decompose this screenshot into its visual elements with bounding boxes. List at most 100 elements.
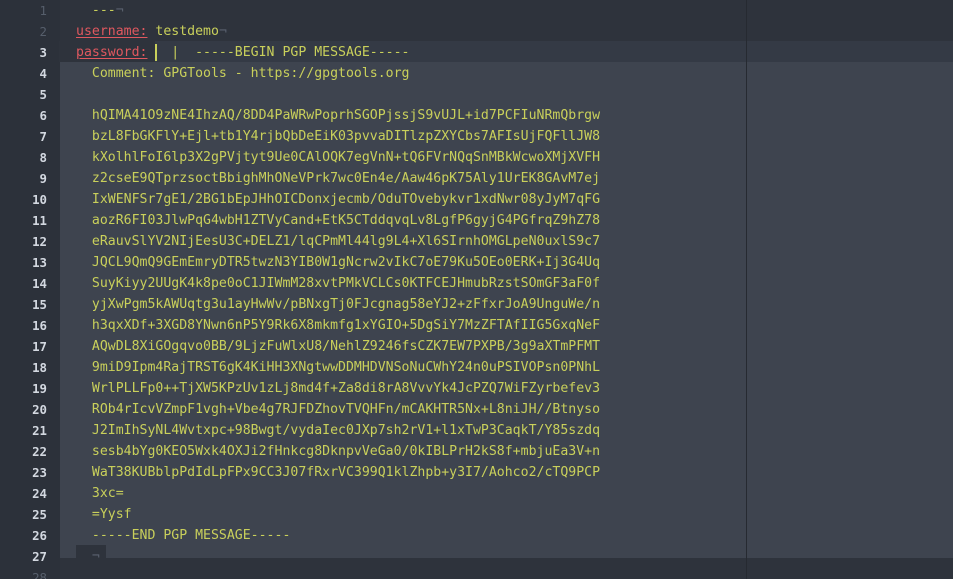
code-line[interactable]: 25 =Yysf bbox=[0, 504, 953, 525]
code-line-content: WaT38KUBblpPdIdLpFPx9CC3J07fRxrVC399Q1kl… bbox=[92, 462, 600, 483]
code-line-content: eRauvSlYV2NIjEesU3C+DELZ1/lqCPmMl44lg9L4… bbox=[92, 231, 600, 252]
token-val: ROb4rIcvVZmpF1vgh+Vbe4g7RJFDZhovTVQHFn/m… bbox=[91, 402, 601, 417]
code-line[interactable]: 27 ¬ bbox=[0, 546, 953, 567]
token-eol: ¬ bbox=[115, 3, 124, 18]
token-punc: --- bbox=[91, 3, 116, 18]
code-line[interactable]: 14 SuyKiyy2UUgK4k8pe0oC1JIWmM28xvtPMkVCLC… bbox=[0, 273, 953, 294]
token-val: yjXwPgm5kAWUqtg3u1ayHwWv/pBNxgTj0FJcgnag… bbox=[91, 297, 601, 312]
token-val: z2cseE9QTprzsoctBbighMhONeVPrk7wc0En4e/A… bbox=[91, 171, 601, 186]
line-number: 4 bbox=[39, 66, 47, 81]
line-number: 1 bbox=[39, 3, 47, 18]
code-line-content: hQIMA41O9zNE4IhzAQ/8DD4PaWRwPoprhSGOPjss… bbox=[92, 105, 600, 126]
code-line[interactable]: 1 ---¬ bbox=[0, 0, 953, 21]
code-line-content: -----END PGP MESSAGE----- bbox=[92, 525, 291, 546]
line-number: 14 bbox=[32, 276, 47, 291]
code-line[interactable]: 12 eRauvSlYV2NIjEesU3C+DELZ1/lqCPmMl44lg9… bbox=[0, 231, 953, 252]
line-number: 5 bbox=[39, 87, 47, 102]
code-line-content: username: testdemo¬ bbox=[76, 21, 227, 42]
code-line-content: ROb4rIcvVZmpF1vgh+Vbe4g7RJFDZhovTVQHFn/m… bbox=[92, 399, 600, 420]
line-number: 9 bbox=[39, 171, 47, 186]
token-val: 9miD9Ipm4RajTRST6gK4KiHH3XNgtwwDDMHDVNSo… bbox=[91, 360, 601, 375]
code-line-content: h3qxXDf+3XGD8YNwn6nP5Y9Rk6X8mkmfg1xYGIO+… bbox=[92, 315, 600, 336]
token-val: bzL8FbGKFlY+Ejl+tb1Y4rjbQbDeEiK03pvvaDIT… bbox=[91, 129, 601, 144]
code-line-content: aozR6FI03JlwPqG4wbH1ZTVyCand+EtK5CTddqvq… bbox=[92, 210, 600, 231]
code-line-content: yjXwPgm5kAWUqtg3u1ayHwWv/pBNxgTj0FJcgnag… bbox=[92, 294, 600, 315]
code-line[interactable]: 5 bbox=[0, 84, 953, 105]
token-val: JQCL9QmQ9GEmEmryDTR5twzN3YIB0W1gNcrw2vIk… bbox=[91, 255, 601, 270]
code-line-content: WrlPLLFp0++TjXW5KPzUv1zLj8md4f+Za8di8rA8… bbox=[92, 378, 600, 399]
line-number: 26 bbox=[32, 528, 47, 543]
token-val: WrlPLLFp0++TjXW5KPzUv1zLj8md4f+Za8di8rA8… bbox=[91, 381, 601, 396]
line-number: 27 bbox=[32, 549, 47, 564]
code-line[interactable]: 22 sesb4bYg0KEO5Wxk4OXJi2fHnkcg8DknpvVeGa… bbox=[0, 441, 953, 462]
code-line[interactable]: 28 bbox=[0, 567, 953, 579]
code-line[interactable]: 7 bzL8FbGKFlY+Ejl+tb1Y4rjbQbDeEiK03pvvaDI… bbox=[0, 126, 953, 147]
code-editor[interactable]: 1 ---¬ 2 username: testdemo¬ 3 password: | --… bbox=[0, 0, 953, 579]
code-line-content: kXolhlFoI6lp3X2gPVjtyt9Ue0CAlOQK7egVnN+t… bbox=[92, 147, 600, 168]
token-val: J2ImIhSyNL4Wvtxpc+98Bwgt/vydaIec0JXp7sh2… bbox=[91, 423, 601, 438]
code-line[interactable]: 23 WaT38KUBblpPdIdLpFPx9CC3J07fRxrVC399Q1… bbox=[0, 462, 953, 483]
token-val: | -----BEGIN PGP MESSAGE----- bbox=[147, 45, 410, 60]
token-val: =Yysf bbox=[91, 507, 132, 522]
line-number: 15 bbox=[32, 297, 47, 312]
code-line[interactable]: 16 h3qxXDf+3XGD8YNwn6nP5Y9Rk6X8mkmfg1xYGI… bbox=[0, 315, 953, 336]
code-line[interactable]: 6 hQIMA41O9zNE4IhzAQ/8DD4PaWRwPoprhSGOPjs… bbox=[0, 105, 953, 126]
token-val: hQIMA41O9zNE4IhzAQ/8DD4PaWRwPoprhSGOPjss… bbox=[91, 108, 601, 123]
token-val: aozR6FI03JlwPqG4wbH1ZTVyCand+EtK5CTddqvq… bbox=[91, 213, 601, 228]
text-caret bbox=[155, 44, 157, 61]
code-line[interactable]: 19 WrlPLLFp0++TjXW5KPzUv1zLj8md4f+Za8di8r… bbox=[0, 378, 953, 399]
token-val: testdemo bbox=[155, 24, 219, 39]
token-eol: ¬ bbox=[218, 24, 227, 39]
code-line[interactable]: 21 J2ImIhSyNL4Wvtxpc+98Bwgt/vydaIec0JXp7s… bbox=[0, 420, 953, 441]
code-line[interactable]: 10 IxWENFSr7gE1/2BG1bEpJHhOICDonxjecmb/Od… bbox=[0, 189, 953, 210]
code-line[interactable]: 24 3xc= bbox=[0, 483, 953, 504]
line-number: 28 bbox=[32, 570, 47, 579]
code-line-content: Comment: GPGTools - https://gpgtools.org bbox=[92, 63, 410, 84]
code-line[interactable]: 20 ROb4rIcvVZmpF1vgh+Vbe4g7RJFDZhovTVQHFn… bbox=[0, 399, 953, 420]
code-line[interactable]: 3 password: | -----BEGIN PGP MESSAGE----- bbox=[0, 42, 953, 63]
code-line[interactable]: 9 z2cseE9QTprzsoctBbighMhONeVPrk7wc0En4e/… bbox=[0, 168, 953, 189]
token-key: password: bbox=[76, 45, 148, 60]
code-line-content: SuyKiyy2UUgK4k8pe0oC1JIWmM28xvtPMkVCLCs0… bbox=[92, 273, 600, 294]
line-number: 16 bbox=[32, 318, 47, 333]
code-line[interactable]: 8 kXolhlFoI6lp3X2gPVjtyt9Ue0CAlOQK7egVnN+… bbox=[0, 147, 953, 168]
code-line-content: IxWENFSr7gE1/2BG1bEpJHhOICDonxjecmb/OduT… bbox=[92, 189, 600, 210]
token-val: SuyKiyy2UUgK4k8pe0oC1JIWmM28xvtPMkVCLCs0… bbox=[91, 276, 601, 291]
code-line-content: J2ImIhSyNL4Wvtxpc+98Bwgt/vydaIec0JXp7sh2… bbox=[92, 420, 600, 441]
code-line[interactable]: 4 Comment: GPGTools - https://gpgtools.or… bbox=[0, 63, 953, 84]
token-val: WaT38KUBblpPdIdLpFPx9CC3J07fRxrVC399Q1kl… bbox=[91, 465, 601, 480]
line-number: 17 bbox=[32, 339, 47, 354]
code-line[interactable]: 17 AQwDL8XiGOgqvo0BB/9LjzFuWlxU8/NehlZ924… bbox=[0, 336, 953, 357]
token-val: kXolhlFoI6lp3X2gPVjtyt9Ue0CAlOQK7egVnN+t… bbox=[91, 150, 601, 165]
code-line[interactable]: 13 JQCL9QmQ9GEmEmryDTR5twzN3YIB0W1gNcrw2v… bbox=[0, 252, 953, 273]
line-number: 6 bbox=[39, 108, 47, 123]
token-val: h3qxXDf+3XGD8YNwn6nP5Y9Rk6X8mkmfg1xYGIO+… bbox=[91, 318, 601, 333]
line-number: 21 bbox=[32, 423, 47, 438]
code-line-content: =Yysf bbox=[92, 504, 132, 525]
line-number: 18 bbox=[32, 360, 47, 375]
code-line-content: AQwDL8XiGOgqvo0BB/9LjzFuWlxU8/NehlZ9246f… bbox=[92, 336, 600, 357]
code-line[interactable]: 11 aozR6FI03JlwPqG4wbH1ZTVyCand+EtK5CTddq… bbox=[0, 210, 953, 231]
code-line-content: 3xc= bbox=[92, 483, 124, 504]
token-val: Comment: GPGTools - https://gpgtools.org bbox=[91, 66, 410, 81]
code-line-content: bzL8FbGKFlY+Ejl+tb1Y4rjbQbDeEiK03pvvaDIT… bbox=[92, 126, 600, 147]
code-line[interactable]: 26 -----END PGP MESSAGE----- bbox=[0, 525, 953, 546]
line-number: 2 bbox=[39, 24, 47, 39]
token-val: -----END PGP MESSAGE----- bbox=[91, 528, 291, 543]
line-number: 24 bbox=[32, 486, 47, 501]
token-eol: ¬ bbox=[91, 549, 100, 564]
code-line-content: ¬ bbox=[92, 546, 100, 567]
code-lines[interactable]: 1 ---¬ 2 username: testdemo¬ 3 password: | --… bbox=[0, 0, 953, 579]
code-line-content: password: | -----BEGIN PGP MESSAGE----- bbox=[76, 42, 409, 63]
token-val: AQwDL8XiGOgqvo0BB/9LjzFuWlxU8/NehlZ9246f… bbox=[91, 339, 601, 354]
code-line[interactable]: 2 username: testdemo¬ bbox=[0, 21, 953, 42]
code-line-content: JQCL9QmQ9GEmEmryDTR5twzN3YIB0W1gNcrw2vIk… bbox=[92, 252, 600, 273]
line-number: 11 bbox=[32, 213, 47, 228]
code-line[interactable]: 15 yjXwPgm5kAWUqtg3u1ayHwWv/pBNxgTj0FJcgn… bbox=[0, 294, 953, 315]
line-number: 23 bbox=[32, 465, 47, 480]
line-number: 25 bbox=[32, 507, 47, 522]
token-val: sesb4bYg0KEO5Wxk4OXJi2fHnkcg8DknpvVeGa0/… bbox=[91, 444, 601, 459]
line-number: 22 bbox=[32, 444, 47, 459]
code-line[interactable]: 18 9miD9Ipm4RajTRST6gK4KiHH3XNgtwwDDMHDVN… bbox=[0, 357, 953, 378]
token-key: username: bbox=[76, 24, 148, 39]
